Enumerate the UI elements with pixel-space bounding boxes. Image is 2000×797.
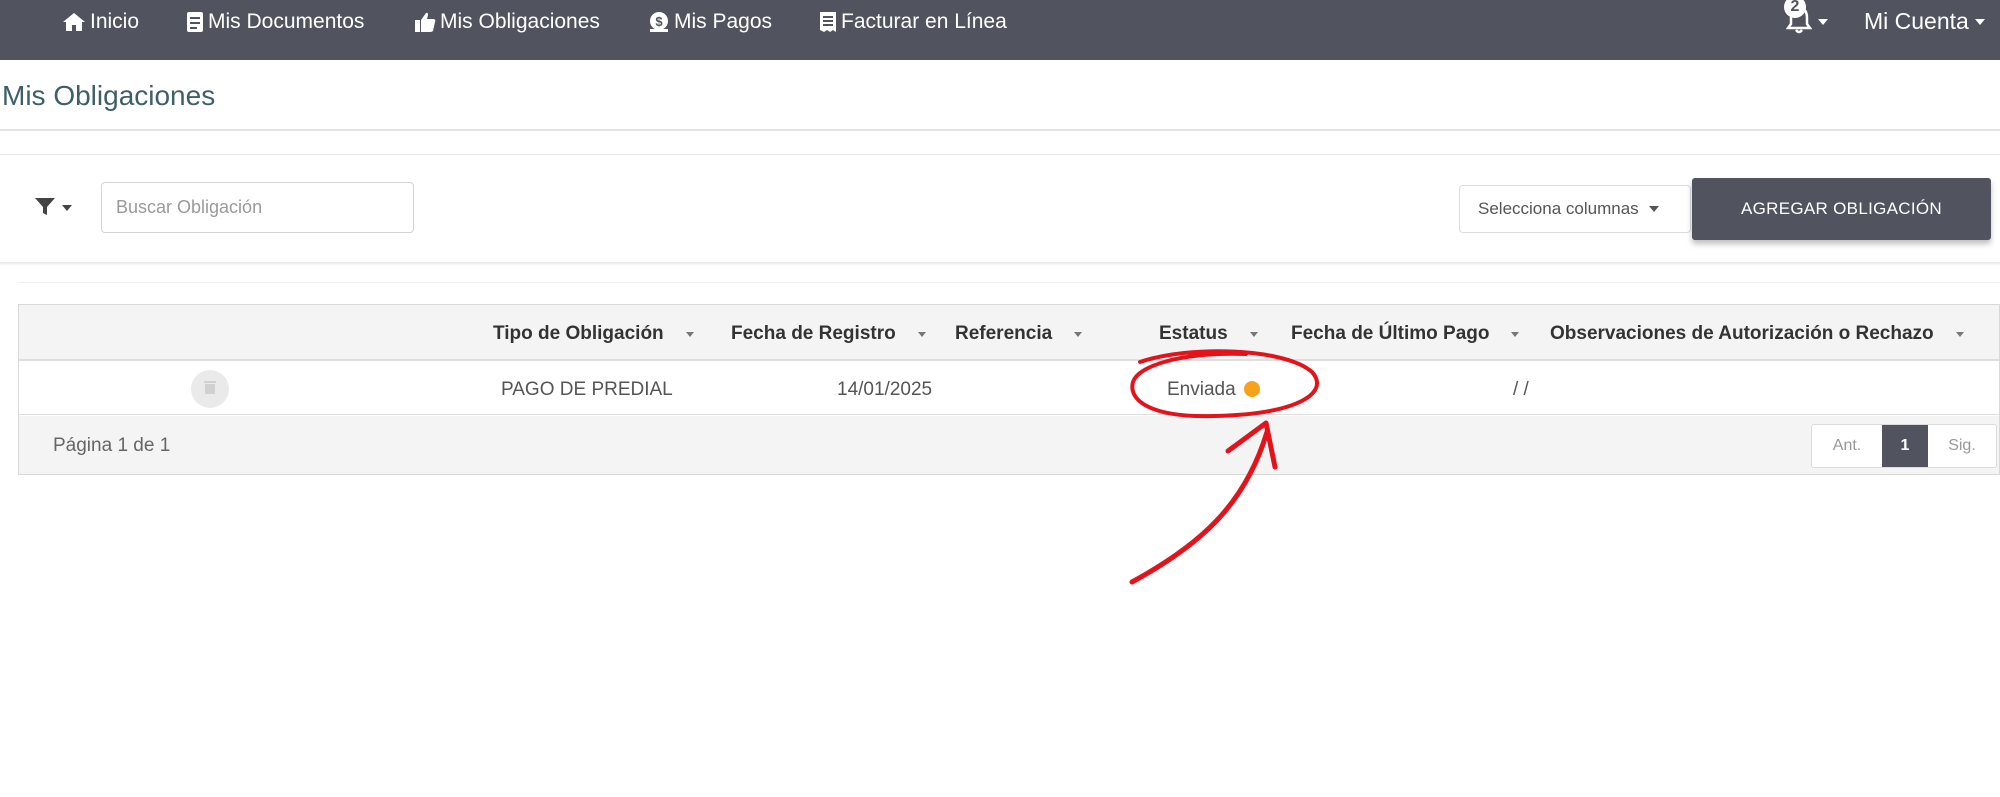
nav-item-label: Mis Pagos <box>674 10 773 33</box>
nav-item-inicio[interactable]: Inicio <box>62 8 139 36</box>
sort-caret-icon <box>1955 331 1964 337</box>
nav-item-mis-documentos[interactable]: Mis Documentos <box>186 8 364 36</box>
account-label: Mi Cuenta <box>1864 8 1969 34</box>
column-header-label: Observaciones de Autorización o Rechazo <box>1550 323 1934 344</box>
cell-fecha-registro: 14/01/2025 <box>837 379 933 400</box>
column-header-label: Tipo de Obligación <box>493 323 664 344</box>
pagination-next[interactable]: Sig. <box>1928 425 1996 467</box>
nav-item-mis-obligaciones[interactable]: Mis Obligaciones <box>414 8 600 36</box>
columns-select[interactable]: Selecciona columnas <box>1459 185 1691 233</box>
document-icon <box>186 11 204 33</box>
sort-caret-icon <box>1511 331 1520 337</box>
sort-caret-icon <box>917 331 926 337</box>
status-dot <box>1243 381 1260 397</box>
nav-item-mis-pagos[interactable]: $ Mis Pagos <box>648 8 772 36</box>
columns-select-label: Selecciona columnas <box>1478 199 1639 218</box>
filter-button[interactable] <box>34 194 74 222</box>
divider <box>0 154 2000 155</box>
chevron-down-icon <box>1818 19 1828 25</box>
toolbar-separator <box>0 262 2000 266</box>
home-icon <box>62 12 86 32</box>
page-info: Página 1 de 1 <box>53 435 171 456</box>
pagination-prev[interactable]: Ant. <box>1812 425 1882 467</box>
search-input[interactable] <box>101 182 414 233</box>
pagination: Ant. 1 Sig. <box>1811 424 1997 468</box>
nav-item-label: Inicio <box>90 10 140 33</box>
status-text: Enviada <box>1167 379 1236 400</box>
sort-caret-icon <box>1249 331 1258 337</box>
svg-text:$: $ <box>655 14 663 29</box>
nav-item-label: Facturar en Línea <box>841 10 1007 33</box>
cell-estatus: Enviada <box>1167 379 1260 401</box>
column-header-fecha-ultimo-pago[interactable]: Fecha de Último Pago <box>1291 323 1520 345</box>
column-header-label: Referencia <box>955 323 1053 344</box>
column-header-label: Estatus <box>1159 323 1228 344</box>
column-header-tipo[interactable]: Tipo de Obligación <box>493 323 694 345</box>
divider <box>0 129 2000 131</box>
column-header-label: Fecha de Último Pago <box>1291 323 1490 344</box>
divider <box>18 282 2000 283</box>
nav-item-label: Mis Obligaciones <box>440 10 600 33</box>
column-header-label: Fecha de Registro <box>731 323 896 344</box>
obligations-table: Tipo de Obligación Fecha de Registro Ref… <box>18 304 2000 475</box>
nav-item-label: Mis Documentos <box>208 10 365 33</box>
column-header-referencia[interactable]: Referencia <box>955 323 1083 345</box>
thumbs-up-icon <box>414 11 436 33</box>
trash-icon <box>203 379 217 400</box>
filter-icon <box>34 196 56 221</box>
row-action-button[interactable] <box>191 370 229 408</box>
table-row[interactable]: PAGO DE PREDIAL 14/01/2025 Enviada / / <box>19 363 1999 415</box>
table-footer: Página 1 de 1 Ant. 1 Sig. <box>19 416 1999 474</box>
account-menu[interactable]: Mi Cuenta <box>1864 8 1985 35</box>
nav-item-facturar-en-linea[interactable]: Facturar en Línea <box>819 8 1007 36</box>
column-header-fecha-registro[interactable]: Fecha de Registro <box>731 323 926 345</box>
receipt-icon <box>819 11 837 33</box>
top-navbar: Inicio Mis Documentos Mis Obligaciones $… <box>0 0 2000 60</box>
column-header-observaciones[interactable]: Observaciones de Autorización o Rechazo <box>1550 323 1964 345</box>
add-obligation-button[interactable]: AGREGAR OBLIGACIÓN <box>1692 178 1991 240</box>
table-header: Tipo de Obligación Fecha de Registro Ref… <box>19 305 1999 361</box>
sort-caret-icon <box>685 331 694 337</box>
cell-fecha-ultimo-pago: / / <box>1513 379 1529 400</box>
pagination-page-1[interactable]: 1 <box>1882 425 1928 467</box>
chevron-down-icon <box>62 205 72 211</box>
chevron-down-icon <box>1974 18 1985 25</box>
chevron-down-icon <box>1648 206 1659 212</box>
money-icon: $ <box>648 11 670 33</box>
sort-caret-icon <box>1074 331 1083 337</box>
column-header-estatus[interactable]: Estatus <box>1159 323 1258 345</box>
page-title: Mis Obligaciones <box>2 80 216 111</box>
cell-tipo: PAGO DE PREDIAL <box>501 379 673 400</box>
